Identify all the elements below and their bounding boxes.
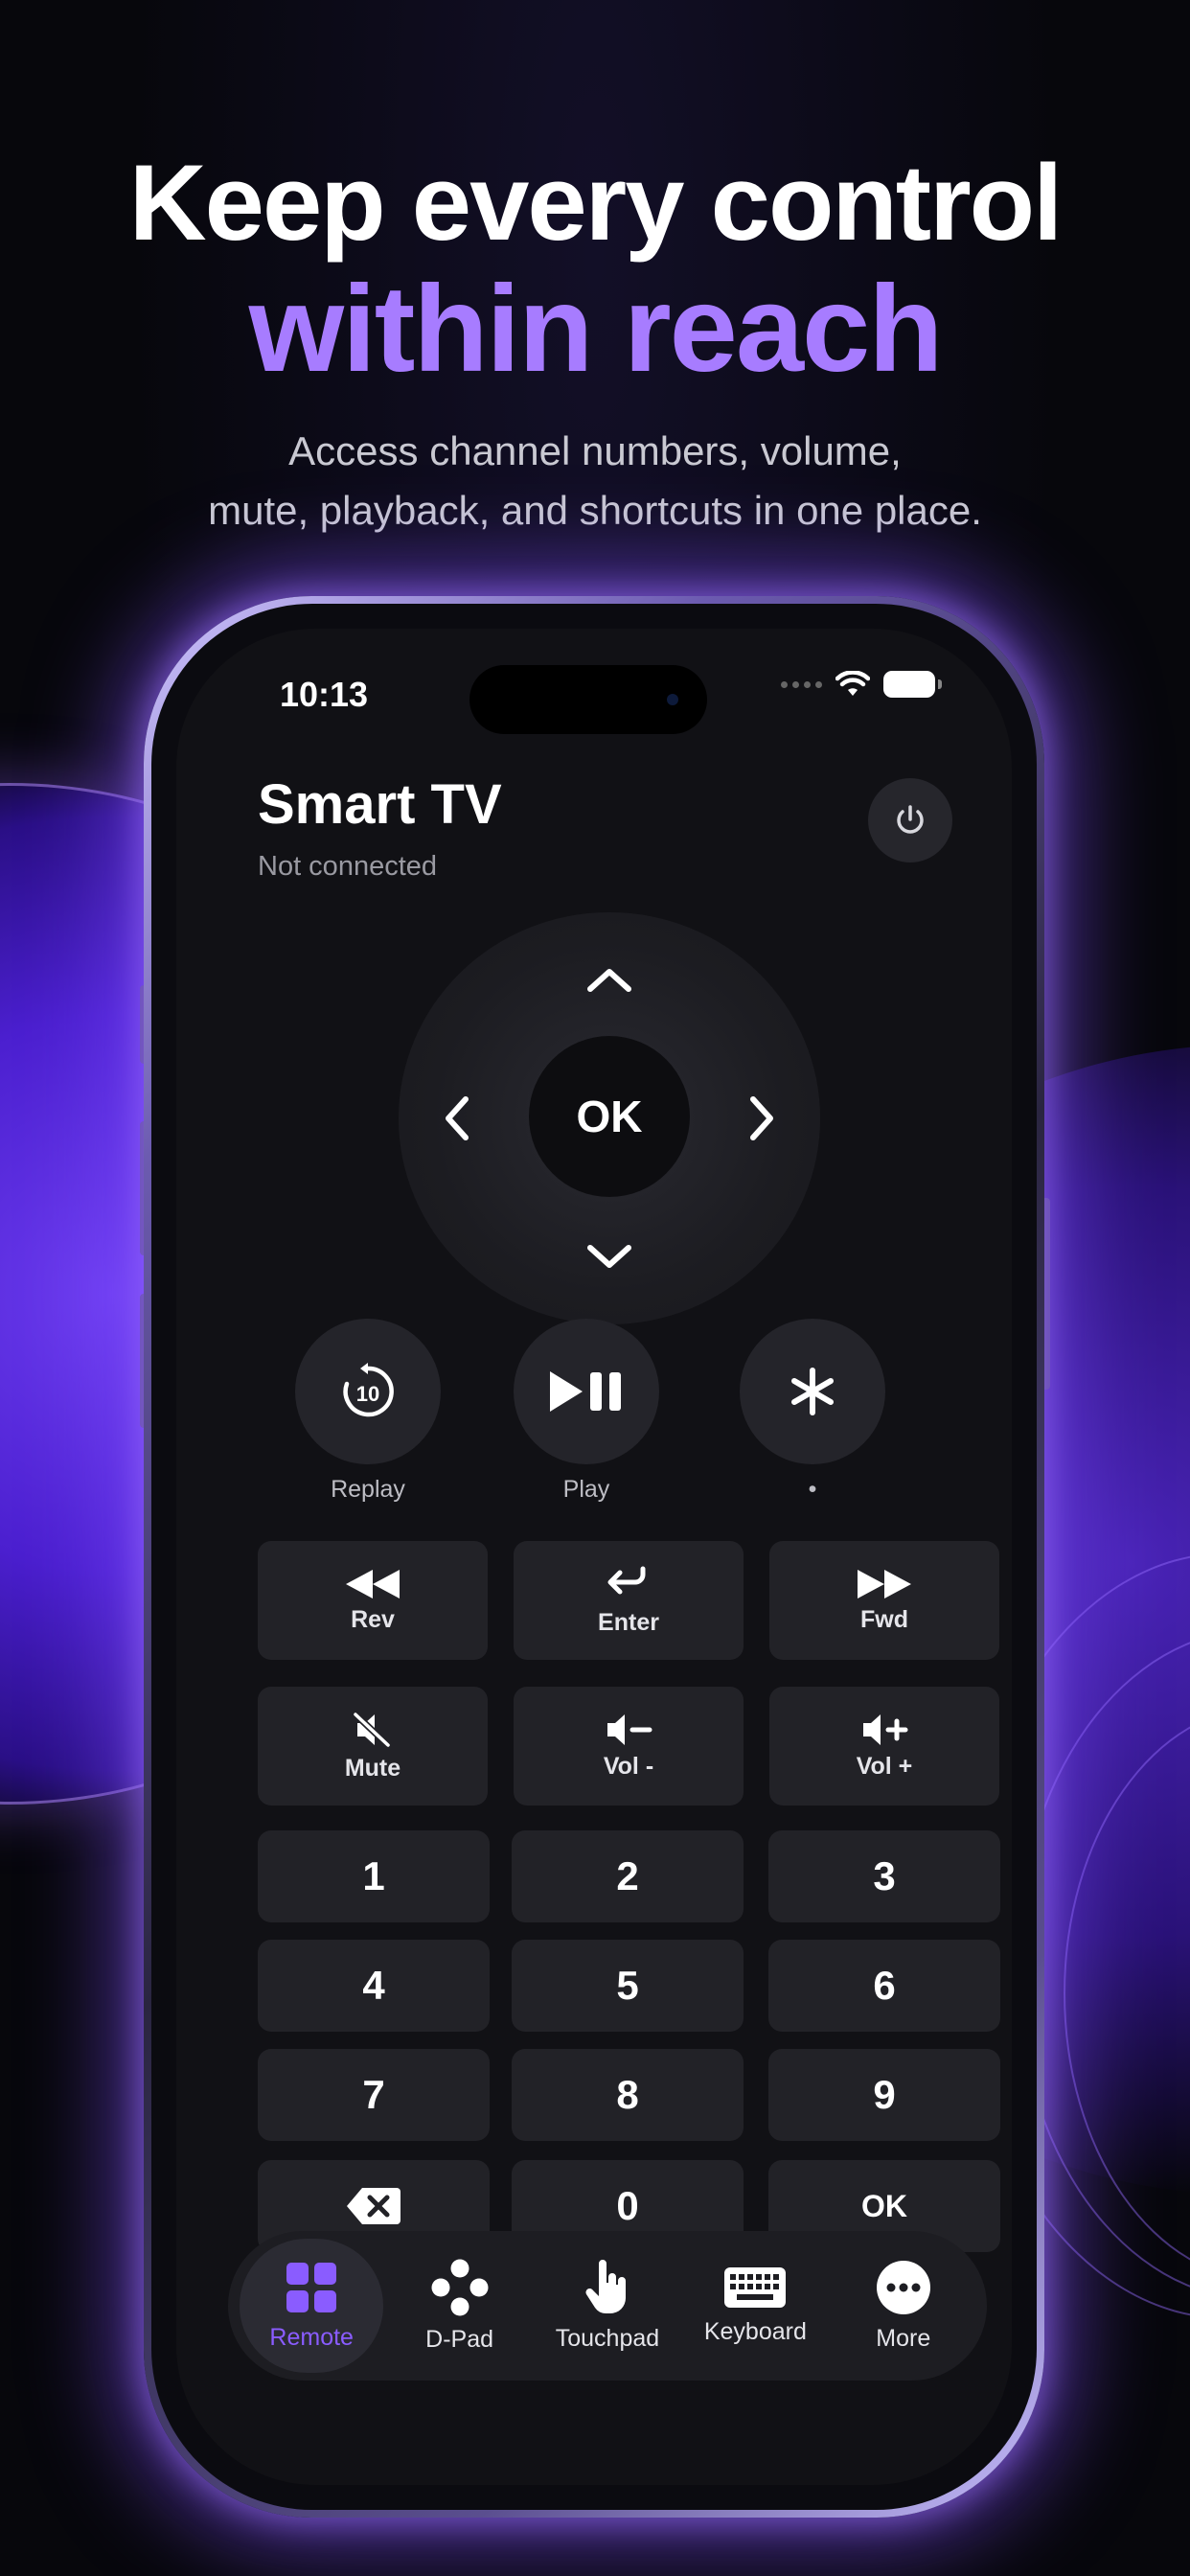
rewind-label: Rev — [351, 1605, 395, 1633]
chevron-left-icon — [446, 1096, 469, 1140]
keyboard-icon — [724, 2266, 787, 2308]
numpad-key-8[interactable]: 8 — [512, 2049, 744, 2141]
hand-pointer-icon — [585, 2259, 626, 2313]
tab-touchpad-label: Touchpad — [555, 2324, 660, 2352]
fast-forward-label: Fwd — [860, 1605, 908, 1633]
tab-dpad-label: D-Pad — [425, 2325, 494, 2353]
phone-bezel: 10:13 Smart TV Not connected OK 10 Repla… — [151, 604, 1037, 2510]
asterisk-icon — [791, 1368, 834, 1415]
power-icon — [897, 805, 924, 834]
subtitle: Access channel numbers, volume, mute, pl… — [0, 422, 1190, 540]
volume-down-icon — [607, 1714, 652, 1745]
numpad-key-1[interactable]: 1 — [258, 1830, 490, 1922]
backspace-icon — [347, 2188, 400, 2224]
dpad-down-button[interactable] — [571, 1219, 648, 1296]
tab-keyboard[interactable]: Keyboard — [683, 2239, 827, 2373]
rewind-button[interactable]: Rev — [258, 1541, 488, 1660]
headline: Keep every control within reach — [0, 144, 1190, 397]
volume-down-label: Vol - — [603, 1752, 654, 1780]
more-icon — [876, 2260, 930, 2314]
signal-dots-icon — [781, 680, 822, 688]
mute-button[interactable]: Mute — [258, 1687, 488, 1806]
chevron-down-icon — [587, 1245, 631, 1268]
numpad-key-9[interactable]: 9 — [768, 2049, 1000, 2141]
dynamic-island — [469, 665, 707, 734]
tab-remote[interactable]: Remote — [240, 2239, 384, 2373]
tab-touchpad[interactable]: Touchpad — [536, 2239, 679, 2373]
chevron-up-icon — [587, 969, 631, 992]
status-time: 10:13 — [280, 675, 369, 714]
numpad-key-4[interactable]: 4 — [258, 1940, 490, 2032]
tab-more[interactable]: More — [832, 2239, 975, 2373]
enter-button[interactable]: Enter — [514, 1541, 744, 1660]
fast-forward-button[interactable]: Fwd — [769, 1541, 999, 1660]
mute-icon — [353, 1711, 391, 1748]
replay-label: Replay — [331, 1476, 405, 1503]
play-pause-button[interactable] — [514, 1319, 659, 1464]
dpad: OK — [399, 912, 820, 1324]
numpad-key-5[interactable]: 5 — [512, 1940, 744, 2032]
chevron-right-icon — [750, 1096, 773, 1140]
play-control: Play — [514, 1319, 659, 1504]
tab-bar: Remote D-Pad Touchpad Keyboard More — [228, 2231, 987, 2380]
asterisk-button[interactable] — [740, 1319, 885, 1464]
mute-label: Mute — [344, 1754, 401, 1782]
replay-control: 10 Replay — [295, 1319, 441, 1504]
rewind-icon — [346, 1569, 400, 1598]
camera-dot — [667, 694, 678, 705]
device-title: Smart TV — [258, 773, 502, 836]
battery-icon — [883, 671, 942, 698]
dpad-icon — [431, 2259, 489, 2315]
volume-up-icon — [863, 1714, 908, 1745]
connection-status: Not connected — [258, 851, 438, 882]
replay-button[interactable]: 10 — [295, 1319, 441, 1464]
numpad-key-3[interactable]: 3 — [768, 1830, 1000, 1922]
replay-10-icon: 10 — [343, 1363, 394, 1417]
play-label: Play — [562, 1476, 610, 1503]
numpad-key-2[interactable]: 2 — [512, 1830, 744, 1922]
numpad-key-7[interactable]: 7 — [258, 2049, 490, 2141]
volume-down-button[interactable]: Vol - — [514, 1687, 744, 1806]
dpad-right-button[interactable] — [724, 1080, 801, 1157]
headline-line-2: within reach — [248, 261, 944, 398]
enter-return-icon — [607, 1566, 646, 1594]
tab-keyboard-label: Keyboard — [703, 2317, 807, 2345]
headline-line-1: Keep every control — [128, 143, 1063, 263]
asterisk-control: • — [740, 1319, 885, 1504]
enter-label: Enter — [598, 1608, 659, 1636]
status-icons — [781, 671, 942, 698]
tab-more-label: More — [876, 2324, 931, 2352]
numpad-key-6[interactable]: 6 — [768, 1940, 1000, 2032]
subtitle-line-2: mute, playback, and shortcuts in one pla… — [208, 488, 982, 533]
power-button[interactable] — [868, 778, 952, 862]
dpad-left-button[interactable] — [418, 1080, 494, 1157]
dpad-ok-button[interactable]: OK — [529, 1036, 690, 1197]
phone-frame: 10:13 Smart TV Not connected OK 10 Repla… — [144, 596, 1044, 2518]
subtitle-line-1: Access channel numbers, volume, — [288, 428, 902, 473]
tab-dpad[interactable]: D-Pad — [388, 2239, 532, 2373]
volume-up-button[interactable]: Vol + — [769, 1687, 999, 1806]
play-pause-icon — [550, 1371, 621, 1412]
wifi-icon — [835, 671, 870, 696]
asterisk-label: • — [808, 1476, 817, 1503]
phone-screen: 10:13 Smart TV Not connected OK 10 Repla… — [176, 629, 1012, 2485]
dpad-up-button[interactable] — [571, 941, 648, 1018]
grid-icon — [286, 2262, 337, 2312]
volume-up-label: Vol + — [856, 1752, 913, 1780]
replay-10-text: 10 — [356, 1382, 379, 1406]
tab-remote-label: Remote — [269, 2323, 354, 2351]
fast-forward-icon — [858, 1569, 911, 1598]
